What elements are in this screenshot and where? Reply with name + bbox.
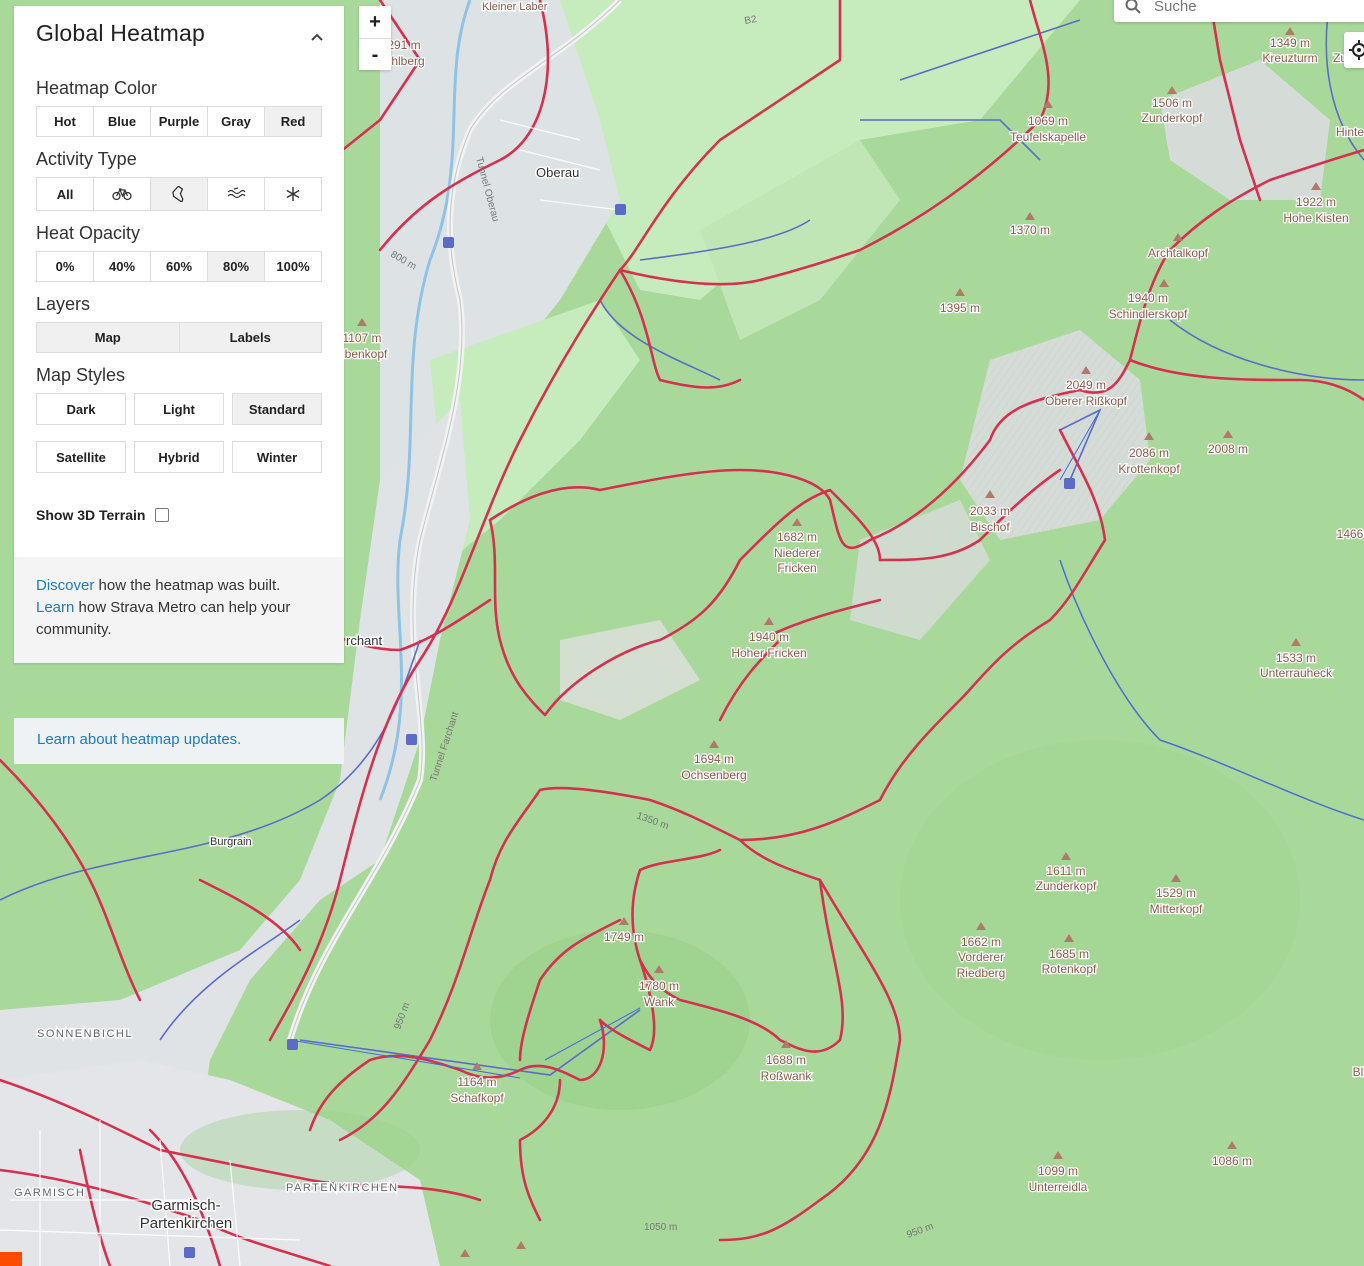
bicycle-icon bbox=[112, 188, 132, 201]
heat-opacity-group: 0% 40% 60% 80% 100% bbox=[36, 251, 322, 282]
shoe-icon bbox=[172, 186, 184, 202]
search-input[interactable] bbox=[1152, 0, 1356, 16]
color-red-button[interactable]: Red bbox=[264, 106, 322, 137]
layers-group: Map Labels bbox=[36, 322, 322, 353]
heatmap-color-label: Heatmap Color bbox=[36, 78, 158, 98]
terrain-label: Show 3D Terrain bbox=[36, 507, 146, 523]
zoom-out-button[interactable]: - bbox=[359, 38, 391, 71]
layers-label: Layers bbox=[36, 294, 91, 314]
discover-link[interactable]: Discover bbox=[36, 577, 94, 594]
geolocate-button[interactable] bbox=[1344, 32, 1364, 68]
activity-water-button[interactable] bbox=[207, 177, 265, 211]
map-styles-label: Map Styles bbox=[36, 365, 126, 385]
info-section: Discover how the heatmap was built. Lear… bbox=[14, 557, 344, 663]
discover-text: how the heatmap was built. bbox=[94, 577, 281, 594]
opacity-0-button[interactable]: 0% bbox=[36, 251, 94, 282]
style-winter-button[interactable]: Winter bbox=[232, 441, 322, 473]
search-icon bbox=[1125, 0, 1141, 14]
opacity-60-button[interactable]: 60% bbox=[150, 251, 208, 282]
color-hot-button[interactable]: Hot bbox=[36, 106, 94, 137]
opacity-40-button[interactable]: 40% bbox=[93, 251, 151, 282]
terrain-toggle-row: Show 3D Terrain bbox=[36, 503, 322, 527]
terrain-checkbox[interactable] bbox=[155, 508, 170, 522]
chevron-up-icon[interactable] bbox=[310, 30, 324, 44]
learn-text: how Strava Metro can help your community… bbox=[36, 599, 291, 638]
style-satellite-button[interactable]: Satellite bbox=[36, 441, 126, 473]
layer-map-button[interactable]: Map bbox=[36, 322, 180, 353]
zoom-control: + - bbox=[359, 6, 391, 70]
style-hybrid-button[interactable]: Hybrid bbox=[134, 441, 224, 473]
panel-title: Global Heatmap bbox=[36, 20, 205, 46]
activity-ride-button[interactable] bbox=[93, 177, 151, 211]
strava-logo bbox=[0, 1252, 22, 1266]
snowflake-icon bbox=[286, 187, 300, 201]
activity-winter-button[interactable] bbox=[264, 177, 322, 211]
activity-run-button[interactable] bbox=[150, 177, 208, 211]
zoom-in-button[interactable]: + bbox=[359, 6, 391, 38]
activity-type-label: Activity Type bbox=[36, 149, 137, 169]
activity-type-group: All bbox=[36, 177, 322, 211]
opacity-80-button[interactable]: 80% bbox=[207, 251, 265, 282]
heatmap-updates-link[interactable]: Learn about heatmap updates. bbox=[14, 718, 344, 764]
heat-opacity-label: Heat Opacity bbox=[36, 223, 141, 243]
style-standard-button[interactable]: Standard bbox=[232, 393, 322, 425]
water-icon bbox=[227, 187, 246, 199]
layer-labels-button[interactable]: Labels bbox=[178, 322, 322, 353]
learn-link[interactable]: Learn bbox=[36, 599, 74, 616]
color-purple-button[interactable]: Purple bbox=[150, 106, 208, 137]
style-light-button[interactable]: Light bbox=[134, 393, 224, 425]
color-gray-button[interactable]: Gray bbox=[207, 106, 265, 137]
color-blue-button[interactable]: Blue bbox=[93, 106, 151, 137]
crosshair-icon bbox=[1349, 40, 1364, 60]
search-box bbox=[1114, 0, 1364, 22]
opacity-100-button[interactable]: 100% bbox=[264, 251, 322, 282]
panel-header: Global Heatmap bbox=[14, 6, 344, 66]
activity-all-button[interactable]: All bbox=[36, 177, 94, 211]
heatmap-color-group: Hot Blue Purple Gray Red bbox=[36, 106, 322, 137]
heatmap-panel: Global Heatmap Heatmap Color Hot Blue Pu… bbox=[14, 6, 344, 663]
map-styles-group: Dark Light Standard Satellite Hybrid Win… bbox=[36, 393, 322, 473]
style-dark-button[interactable]: Dark bbox=[36, 393, 126, 425]
